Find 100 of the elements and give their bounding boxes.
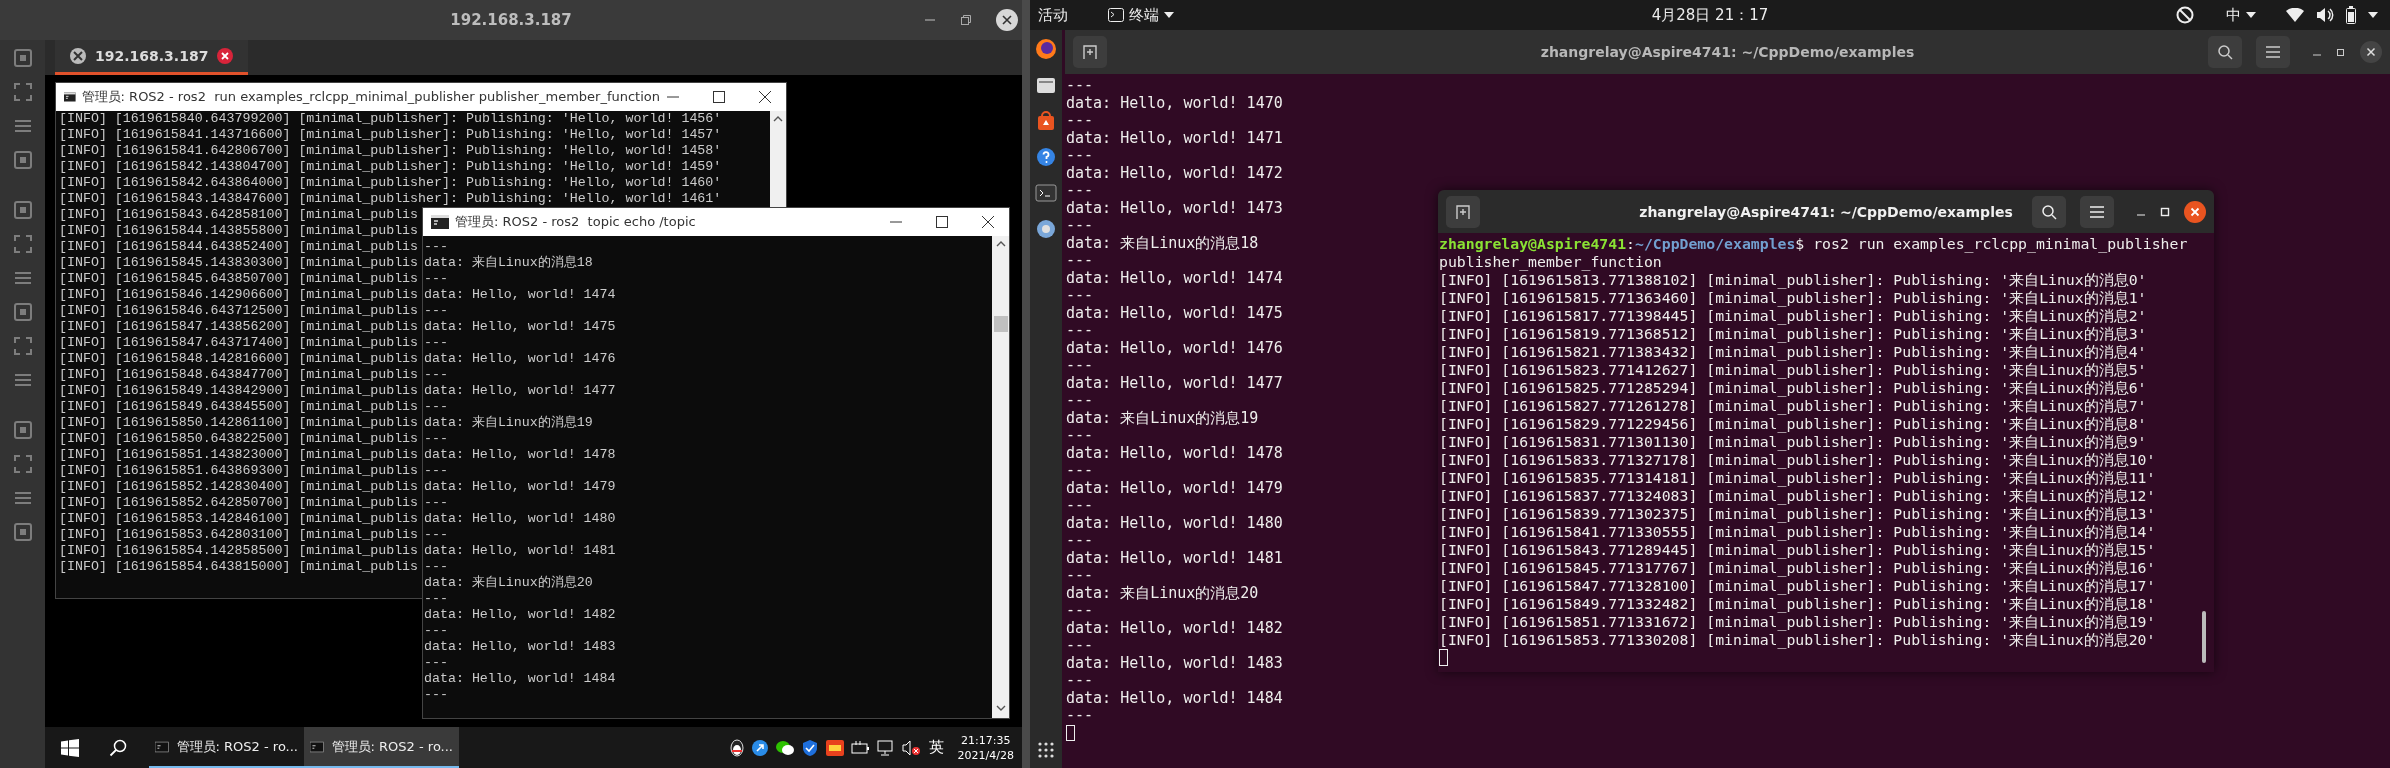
- console-line: [INFO] [1619615849.643845500] [minimal_publis: [59, 399, 419, 415]
- activities-button[interactable]: 活动: [1030, 5, 1068, 25]
- terminal-icon: [1108, 8, 1124, 22]
- penguin-icon[interactable]: [728, 738, 745, 757]
- globe-fox-icon[interactable]: [1035, 38, 1057, 60]
- slashed-circle-icon[interactable]: [2176, 6, 2194, 24]
- close-icon[interactable]: [216, 47, 235, 65]
- restore-icon[interactable]: [2336, 47, 2346, 57]
- close-icon[interactable]: [996, 9, 1018, 31]
- screen-capture-icon[interactable]: [12, 48, 33, 68]
- terminal-line: ---: [1066, 532, 1094, 550]
- maximize-icon[interactable]: [712, 90, 726, 104]
- search-icon: [2217, 44, 2233, 60]
- maximize-icon[interactable]: [935, 215, 949, 229]
- console-line: ---: [424, 495, 448, 511]
- new-tab-icon: [1455, 203, 1471, 220]
- input-language[interactable]: 英: [928, 738, 944, 757]
- search-button[interactable]: [2208, 36, 2242, 68]
- taskbar-button[interactable]: 管理员: ROS2 - ro...: [304, 727, 459, 768]
- terminal-line: data: Hello, world! 1478: [1066, 444, 1283, 462]
- console-line: [INFO] [1619615848.643847700] [minimal_publis: [59, 367, 419, 383]
- menu-button[interactable]: [2256, 36, 2290, 68]
- app-grid-icon[interactable]: [1038, 742, 1054, 758]
- terminal-line: ---: [1066, 637, 1094, 655]
- console-line: [INFO] [1619615847.143856200] [minimal_publis: [59, 319, 419, 335]
- console-line: [INFO] [1619615841.143716600] [minimal_publisher]: Publishing: 'Hello, world! 1457': [59, 127, 722, 143]
- battery-icon[interactable]: [2346, 6, 2356, 24]
- clock[interactable]: 21:17:35 2021/4/28: [957, 732, 1014, 763]
- wifi-icon[interactable]: [2286, 8, 2304, 22]
- app-tray-icon[interactable]: [824, 738, 845, 757]
- scroll-up-icon[interactable]: [995, 240, 1006, 248]
- close-icon[interactable]: [981, 215, 995, 229]
- help-icon[interactable]: [1035, 146, 1057, 168]
- terminal-line: [INFO] [1619615835.771314181] [minimal_publisher]: Publishing: '来自Linux的消息11': [1439, 469, 2156, 487]
- console-line: data: Hello, world! 1477: [424, 383, 616, 399]
- new-tab-button[interactable]: [1073, 36, 1107, 68]
- window-title: zhangrelay@Aspire4741: ~/CppDemo/examples: [1540, 44, 1915, 60]
- close-icon[interactable]: [2184, 200, 2206, 223]
- console-line: data: 来自Linux的消息18: [424, 255, 593, 271]
- scroll-down-icon[interactable]: [995, 704, 1006, 712]
- terminal-line: data: Hello, world! 1470: [1066, 94, 1283, 112]
- console-icon: [64, 90, 76, 104]
- shield-icon[interactable]: [800, 738, 819, 757]
- terminal-line: data: Hello, world! 1483: [1066, 654, 1283, 672]
- cursor: [1439, 649, 1448, 666]
- terminal-line: data: Hello, world! 1471: [1066, 129, 1283, 147]
- terminal-line: ---: [1066, 322, 1094, 340]
- clock-time: 21:17:35: [961, 732, 1011, 748]
- close-icon[interactable]: [2360, 41, 2382, 63]
- menu-button[interactable]: [2080, 195, 2114, 228]
- chat-bubbles-icon[interactable]: [774, 738, 795, 757]
- prompt-user: zhangrelay@Aspire4741: [1439, 235, 1627, 252]
- console-line: [INFO] [1619615843.143847600] [minimal_publisher]: Publishing: 'Hello, world! 1461': [59, 191, 722, 207]
- window-title: 管理员: ROS2 - ros2 topic echo /topic: [455, 213, 696, 231]
- network-icon[interactable]: [876, 739, 895, 756]
- console-line: [INFO] [1619615846.643712500] [minimal_publis: [59, 303, 419, 319]
- terminal-line: [INFO] [1619615833.771327178] [minimal_publisher]: Publishing: '来自Linux的消息10': [1439, 451, 2156, 469]
- arrow-circle-icon[interactable]: [750, 738, 769, 757]
- console-line: ---: [424, 431, 448, 447]
- terminal-line: [INFO] [1619615815.771363460] [minimal_publisher]: Publishing: '来自Linux的消息1': [1439, 289, 2147, 307]
- fullscreen-icon[interactable]: [12, 82, 33, 102]
- volume-icon[interactable]: [2316, 7, 2334, 23]
- tab[interactable]: 192.168.3.187: [55, 40, 249, 75]
- clock-date: 2021/4/28: [957, 747, 1014, 763]
- restore-icon[interactable]: [960, 14, 972, 26]
- terminal-line: [INFO] [1619615831.771301130] [minimal_publisher]: Publishing: '来自Linux的消息9': [1439, 433, 2147, 451]
- disc-icon[interactable]: [1035, 218, 1057, 240]
- search-icon[interactable]: [109, 738, 127, 757]
- console-line: data: Hello, world! 1480: [424, 511, 616, 527]
- window-title: 管理员: ROS2 - ros2 run examples_rclcpp_minimal_publisher publisher_member_function: [81, 88, 660, 106]
- muted-speaker-icon[interactable]: [900, 739, 921, 756]
- frame-icon[interactable]: [12, 200, 33, 220]
- terminal-line: ---: [1066, 77, 1094, 95]
- console-line: [INFO] [1619615847.643717400] [minimal_publis: [59, 335, 419, 351]
- console-line: [INFO] [1619615850.142861100] [minimal_publis: [59, 415, 419, 431]
- shopping-bag-icon[interactable]: [1035, 110, 1057, 132]
- console-icon: [310, 738, 324, 755]
- terminal-line: data: Hello, world! 1474: [1066, 269, 1283, 287]
- terminal-line: data: Hello, world! 1473: [1066, 199, 1283, 217]
- console-line: [INFO] [1619615842.643864000] [minimal_publisher]: Publishing: 'Hello, world! 1460': [59, 175, 722, 191]
- windows-logo-icon[interactable]: [61, 738, 79, 757]
- scroll-up-icon[interactable]: [773, 115, 783, 123]
- caret-icon[interactable]: [2368, 12, 2378, 18]
- clock[interactable]: 4月28日 21：17: [1651, 5, 1769, 25]
- terminal-line: ---: [1066, 182, 1094, 200]
- scrollbar-thumb[interactable]: [993, 316, 1008, 332]
- console-line: [INFO] [1619615852.142830400] [minimal_publis: [59, 479, 419, 495]
- terminal-line: data: Hello, world! 1482: [1066, 619, 1283, 637]
- new-tab-button[interactable]: [1446, 195, 1480, 228]
- close-icon[interactable]: [758, 90, 772, 104]
- console-line: ---: [424, 559, 448, 575]
- terminal-line: [INFO] [1619615819.771368512] [minimal_publisher]: Publishing: '来自Linux的消息3': [1439, 325, 2147, 343]
- power-icon[interactable]: [850, 739, 871, 756]
- terminal-icon[interactable]: [1035, 182, 1057, 204]
- input-method-menu[interactable]: 中: [2226, 5, 2256, 25]
- console-line: [INFO] [1619615846.142906600] [minimal_publis: [59, 287, 419, 303]
- app-menu[interactable]: 终端: [1108, 5, 1174, 25]
- scrollbar-thumb[interactable]: [2202, 611, 2206, 663]
- console-line: data: Hello, world! 1481: [424, 543, 616, 559]
- search-button[interactable]: [2032, 195, 2066, 228]
